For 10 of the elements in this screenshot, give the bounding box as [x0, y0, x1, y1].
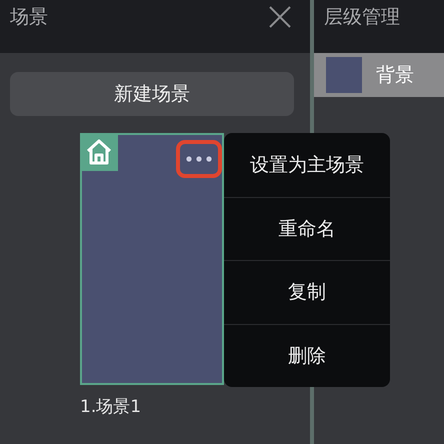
- close-icon[interactable]: [268, 4, 292, 28]
- new-scene-button[interactable]: 新建场景: [10, 72, 294, 116]
- menu-item[interactable]: 设置为主场景: [224, 133, 390, 196]
- layer-name: 背景: [376, 63, 414, 88]
- panel-title: 层级管理: [324, 4, 400, 30]
- more-icon: [186, 156, 212, 162]
- scene-thumbnail[interactable]: [80, 133, 224, 385]
- more-button[interactable]: [176, 140, 222, 178]
- panel-title: 场景: [10, 4, 48, 30]
- scene-name: 1.场景1: [80, 396, 142, 418]
